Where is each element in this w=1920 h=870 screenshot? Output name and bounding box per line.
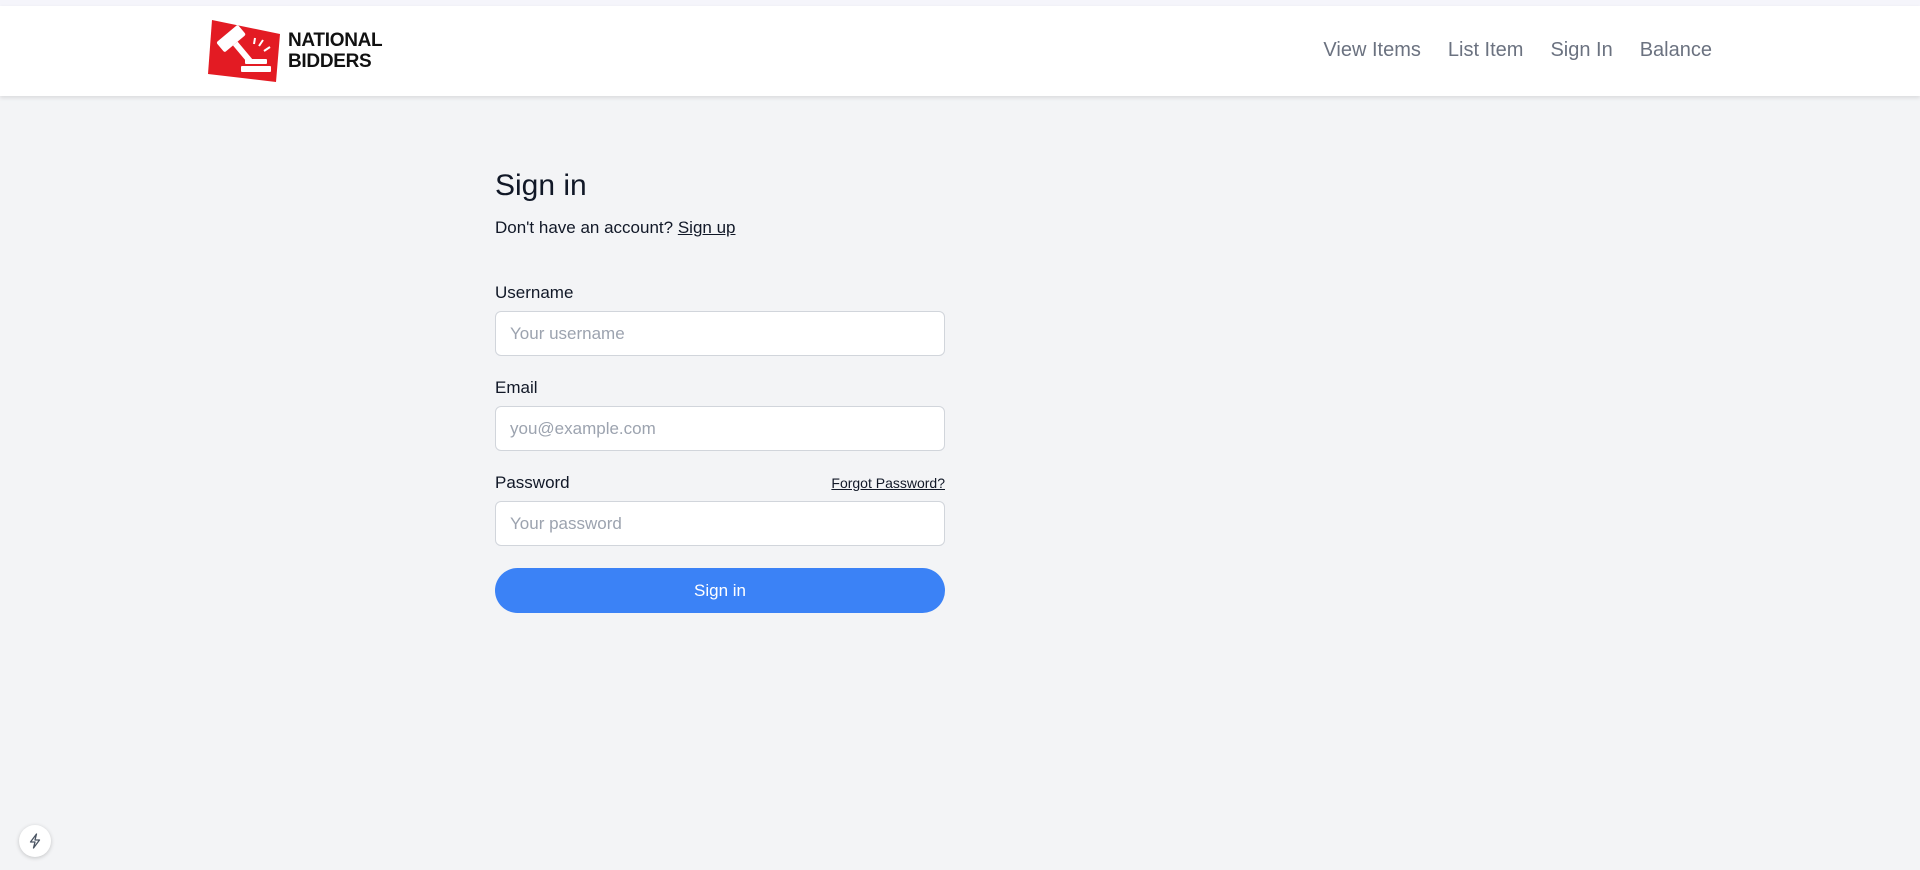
signup-link[interactable]: Sign up (678, 218, 736, 237)
dev-tools-button[interactable] (19, 825, 51, 857)
email-label: Email (495, 378, 538, 397)
logo-text: NATIONAL BIDDERS (288, 30, 383, 72)
email-group: Email (495, 378, 945, 451)
password-label-row: Password Forgot Password? (495, 473, 945, 493)
gavel-icon (208, 20, 280, 82)
forgot-password-link[interactable]: Forgot Password? (831, 475, 945, 491)
nav-balance[interactable]: Balance (1640, 38, 1712, 62)
nav-list-item[interactable]: List Item (1448, 38, 1524, 62)
logo-line-2: BIDDERS (288, 51, 372, 72)
password-group: Password Forgot Password? (495, 473, 945, 546)
site-logo[interactable]: NATIONAL BIDDERS (208, 18, 383, 84)
sign-in-button[interactable]: Sign in (495, 568, 945, 613)
logo-line-1: NATIONAL (288, 30, 383, 51)
password-input[interactable] (495, 501, 945, 546)
signin-form: Sign in Don't have an account? Sign up U… (495, 168, 945, 613)
signup-prompt: Don't have an account? (495, 218, 674, 237)
username-input[interactable] (495, 311, 945, 356)
page-title: Sign in (495, 169, 587, 202)
password-label: Password (495, 473, 570, 492)
signup-line: Don't have an account? Sign up (495, 216, 945, 240)
main-nav: View Items List Item Sign In Balance (1323, 38, 1712, 62)
username-group: Username (495, 283, 945, 356)
nav-sign-in[interactable]: Sign In (1550, 38, 1612, 62)
email-input[interactable] (495, 406, 945, 451)
navbar: NATIONAL BIDDERS View Items List Item Si… (0, 6, 1920, 96)
nav-view-items[interactable]: View Items (1323, 38, 1420, 62)
lightning-icon (29, 833, 41, 849)
username-label: Username (495, 283, 574, 302)
